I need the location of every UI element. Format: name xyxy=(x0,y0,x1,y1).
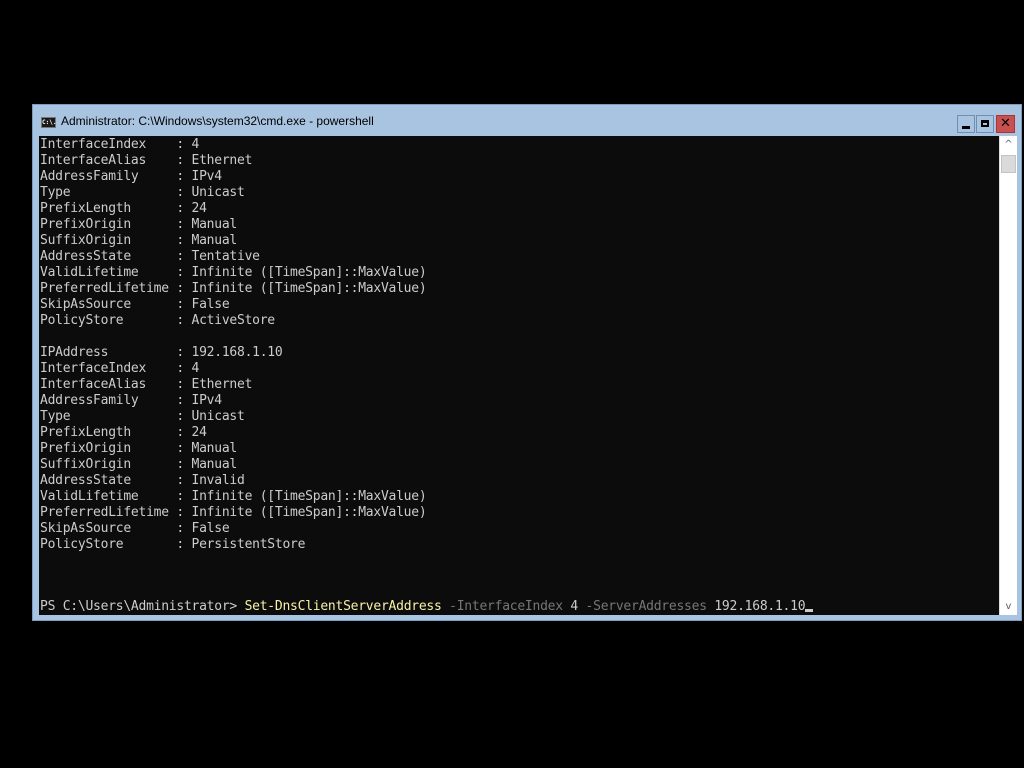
console-line: Type : Unicast xyxy=(40,409,245,424)
parameter-server-addresses: -ServerAddresses xyxy=(577,599,707,614)
minimize-button[interactable] xyxy=(957,115,975,133)
console-line: SkipAsSource : False xyxy=(40,297,230,312)
console-line: ValidLifetime : Infinite ([TimeSpan]::Ma… xyxy=(40,489,427,504)
powershell-window: C:\. Administrator: C:\Windows\system32\… xyxy=(32,104,1022,621)
maximize-button[interactable] xyxy=(976,115,994,133)
console-line: Type : Unicast xyxy=(40,185,245,200)
console-line: InterfaceIndex : 4 xyxy=(40,361,200,376)
command-name: Set-DnsClientServerAddress xyxy=(244,599,442,614)
console-line: PrefixOrigin : Manual xyxy=(40,441,237,456)
parameter-interface-index: -InterfaceIndex xyxy=(441,599,563,614)
console-line: InterfaceIndex : 4 xyxy=(40,137,200,152)
console-line: AddressState : Tentative xyxy=(40,249,260,264)
vertical-scrollbar[interactable]: ^ v xyxy=(999,136,1017,615)
console-line: PolicyStore : ActiveStore xyxy=(40,313,275,328)
console-line: ValidLifetime : Infinite ([TimeSpan]::Ma… xyxy=(40,265,427,280)
console-line: PolicyStore : PersistentStore xyxy=(40,537,306,552)
close-button[interactable]: ✕ xyxy=(996,115,1015,133)
prompt-path: PS C:\Users\Administrator> xyxy=(40,599,245,614)
console-line: InterfaceAlias : Ethernet xyxy=(40,377,253,392)
scrollbar-thumb[interactable] xyxy=(1001,155,1016,173)
console-line: SkipAsSource : False xyxy=(40,521,230,536)
console-line: AddressFamily : IPv4 xyxy=(40,169,222,184)
console-line: PrefixLength : 24 xyxy=(40,201,207,216)
command-prompt-line[interactable]: PS C:\Users\Administrator> Set-DnsClient… xyxy=(40,599,814,615)
console-line: PreferredLifetime : Infinite ([TimeSpan]… xyxy=(40,281,427,296)
argument-interface-index: 4 xyxy=(562,599,578,614)
scroll-down-arrow-icon[interactable]: v xyxy=(1000,598,1017,615)
console-output: InterfaceIndex : 4 InterfaceAlias : Ether… xyxy=(40,137,427,553)
console-line: SuffixOrigin : Manual xyxy=(40,233,237,248)
console-output-area[interactable]: InterfaceIndex : 4 InterfaceAlias : Ether… xyxy=(39,136,999,615)
console-line: PrefixLength : 24 xyxy=(40,425,207,440)
console-line: SuffixOrigin : Manual xyxy=(40,457,237,472)
window-title: Administrator: C:\Windows\system32\cmd.e… xyxy=(61,114,374,128)
console-line: PreferredLifetime : Infinite ([TimeSpan]… xyxy=(40,505,427,520)
title-bar[interactable]: C:\. Administrator: C:\Windows\system32\… xyxy=(33,105,1021,135)
scroll-up-arrow-icon[interactable]: ^ xyxy=(1000,136,1017,153)
console-line: PrefixOrigin : Manual xyxy=(40,217,237,232)
console-line: InterfaceAlias : Ethernet xyxy=(40,153,253,168)
console-line: IPAddress : 192.168.1.10 xyxy=(40,345,283,360)
argument-server-addresses: 192.168.1.10 xyxy=(706,599,806,614)
console-line: AddressState : Invalid xyxy=(40,473,245,488)
console-line: AddressFamily : IPv4 xyxy=(40,393,222,408)
cmd-app-icon[interactable]: C:\. xyxy=(41,117,56,128)
text-cursor xyxy=(805,609,814,612)
